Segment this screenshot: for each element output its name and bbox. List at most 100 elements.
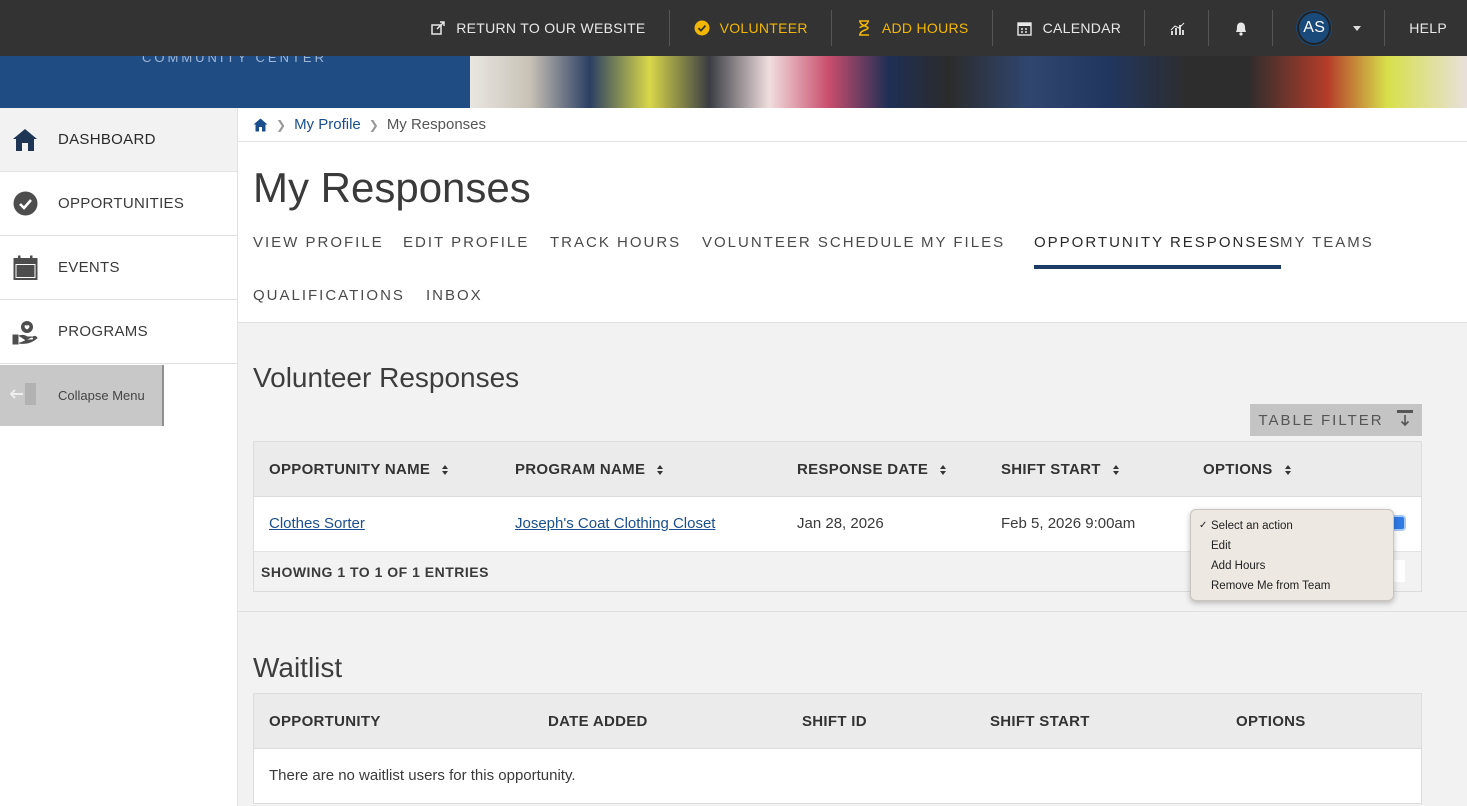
tab-opportunity-responses[interactable]: OPPORTUNITY RESPONSES [1034, 234, 1282, 269]
page-header: My Responses VIEW PROFILE EDIT PROFILE T… [238, 142, 1467, 323]
calendar-label: CALENDAR [1042, 20, 1122, 36]
action-option-remove-from-team[interactable]: Remove Me from Team [1191, 576, 1393, 596]
add-hours-label: ADD HOURS [881, 20, 969, 36]
table-header: OPPORTUNITY NAME PROGRAM NAME RESPONSE D… [254, 442, 1421, 497]
chevron-right-icon: ❯ [368, 117, 379, 132]
sort-icon [657, 464, 664, 475]
home-icon[interactable] [253, 118, 268, 132]
check-circle-icon [12, 191, 38, 217]
opportunity-link[interactable]: Clothes Sorter [269, 515, 365, 532]
column-shift-id: SHIFT ID [802, 713, 867, 730]
tab-inbox[interactable]: INBOX [426, 287, 483, 318]
option-label: Add Hours [1211, 560, 1266, 572]
column-response-date[interactable]: RESPONSE DATE [797, 461, 947, 478]
sidebar-item-label: EVENTS [58, 259, 120, 276]
column-program-name[interactable]: PROGRAM NAME [515, 461, 664, 478]
sidebar-item-dashboard[interactable]: DASHBOARD [0, 108, 237, 172]
home-icon [12, 127, 38, 153]
breadcrumb-my-profile[interactable]: My Profile [294, 116, 361, 133]
checkmark-icon: ✓ [1199, 520, 1208, 531]
sidebar-item-label: PROGRAMS [58, 323, 148, 340]
column-label: OPTIONS [1203, 461, 1273, 478]
section-divider [238, 611, 1467, 612]
sort-icon [1284, 464, 1291, 475]
empty-message: There are no waitlist users for this opp… [269, 767, 576, 784]
volunteer-link[interactable]: VOLUNTEER [670, 0, 833, 56]
hand-heart-icon [12, 319, 38, 345]
action-select-dropdown[interactable]: ✓ Select an action Edit Add Hours Remove… [1190, 509, 1394, 601]
sidebar: DASHBOARD OPPORTUNITIES EVENTS PROGRAMS … [0, 108, 238, 806]
column-opportunity: OPPORTUNITY [269, 713, 381, 730]
user-menu[interactable]: AS [1273, 0, 1386, 56]
sidebar-item-programs[interactable]: PROGRAMS [0, 300, 237, 364]
table-filter-label: TABLE FILTER [1258, 411, 1384, 429]
waitlist-title: Waitlist [253, 652, 343, 683]
breadcrumb: ❯ My Profile ❯ My Responses [238, 108, 1467, 142]
top-navigation-bar: RETURN TO OUR WEBSITE VOLUNTEER ADD HOUR… [0, 0, 1467, 56]
column-options[interactable]: OPTIONS [1203, 461, 1291, 478]
check-circle-icon [694, 20, 710, 36]
column-opportunity-name[interactable]: OPPORTUNITY NAME [269, 461, 449, 478]
tab-edit-profile[interactable]: EDIT PROFILE [403, 234, 529, 265]
filter-icon [1396, 409, 1414, 431]
empty-row: There are no waitlist users for this opp… [254, 749, 1421, 803]
column-label: PROGRAM NAME [515, 461, 646, 478]
shift-start-cell: Feb 5, 2026 9:00am [1001, 515, 1136, 532]
return-to-website-label: RETURN TO OUR WEBSITE [456, 20, 646, 36]
add-hours-link[interactable]: ADD HOURS [832, 0, 993, 56]
banner-photo [470, 56, 1467, 108]
hourglass-icon [856, 20, 872, 36]
volunteer-responses-title: Volunteer Responses [253, 362, 520, 393]
header-banner: COMMUNITY CENTER [0, 56, 1467, 108]
response-date-cell: Jan 28, 2026 [797, 515, 884, 532]
column-options: OPTIONS [1236, 713, 1306, 730]
chart-icon [1169, 20, 1185, 36]
tab-view-profile[interactable]: VIEW PROFILE [253, 234, 384, 265]
return-to-website-link[interactable]: RETURN TO OUR WEBSITE [406, 0, 670, 56]
reports-button[interactable] [1145, 0, 1210, 56]
calendar-icon [1017, 20, 1033, 36]
action-option-select[interactable]: ✓ Select an action [1191, 516, 1393, 536]
org-name-text: COMMUNITY CENTER [142, 56, 327, 65]
calendar-icon [12, 255, 38, 281]
external-link-icon [430, 20, 446, 36]
column-shift-start: SHIFT START [990, 713, 1090, 730]
action-option-add-hours[interactable]: Add Hours [1191, 556, 1393, 576]
notifications-button[interactable] [1209, 0, 1274, 56]
collapse-menu-label: Collapse Menu [58, 388, 145, 403]
column-label: RESPONSE DATE [797, 461, 929, 478]
column-label: OPPORTUNITY NAME [269, 461, 431, 478]
tab-track-hours[interactable]: TRACK HOURS [550, 234, 681, 265]
volunteer-label: VOLUNTEER [719, 20, 808, 36]
breadcrumb-current: My Responses [386, 116, 487, 133]
avatar: AS [1297, 11, 1332, 45]
column-shift-start[interactable]: SHIFT START [1001, 461, 1119, 478]
sidebar-item-label: OPPORTUNITIES [58, 195, 185, 212]
tab-volunteer-schedule[interactable]: VOLUNTEER SCHEDULE [702, 234, 916, 265]
action-option-edit[interactable]: Edit [1191, 536, 1393, 556]
sidebar-item-opportunities[interactable]: OPPORTUNITIES [0, 172, 237, 236]
table-filter-button[interactable]: TABLE FILTER [1250, 404, 1422, 436]
help-link[interactable]: HELP [1385, 0, 1467, 56]
collapse-arrow-icon [9, 383, 36, 408]
page-title: My Responses [253, 164, 531, 211]
chevron-down-icon [1353, 25, 1362, 31]
tab-qualifications[interactable]: QUALIFICATIONS [253, 287, 405, 318]
sidebar-item-events[interactable]: EVENTS [0, 236, 237, 300]
tab-my-files[interactable]: MY FILES [921, 234, 1005, 265]
bell-icon [1233, 20, 1249, 36]
calendar-link[interactable]: CALENDAR [993, 0, 1146, 56]
column-date-added: DATE ADDED [548, 713, 648, 730]
tab-my-teams[interactable]: MY TEAMS [1280, 234, 1374, 265]
option-label: Edit [1211, 540, 1231, 552]
chevron-right-icon: ❯ [276, 117, 287, 132]
main-content: ❯ My Profile ❯ My Responses My Responses… [238, 108, 1467, 806]
sort-icon [940, 464, 947, 475]
sidebar-item-label: DASHBOARD [58, 131, 156, 148]
collapse-menu-button[interactable]: Collapse Menu [0, 365, 164, 426]
sort-icon [1112, 464, 1119, 475]
sort-icon [442, 464, 449, 475]
program-link[interactable]: Joseph's Coat Clothing Closet [515, 515, 715, 532]
option-label: Select an action [1211, 520, 1293, 532]
entries-count: SHOWING 1 TO 1 OF 1 ENTRIES [261, 564, 489, 580]
